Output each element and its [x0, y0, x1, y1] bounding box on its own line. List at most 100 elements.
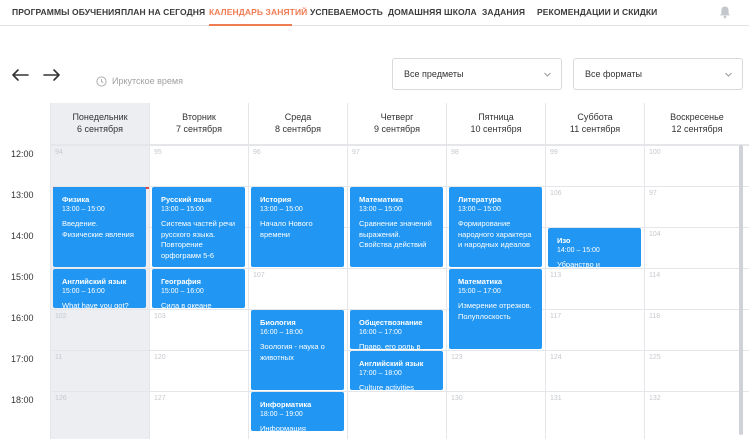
day-date: 7 сентября — [176, 124, 222, 134]
nav-item-recommendations[interactable]: РЕКОМЕНДАЦИИ И СКИДКИ — [537, 7, 657, 17]
cell-number: 131 — [550, 395, 562, 402]
nav-item-tasks[interactable]: ЗАДАНИЯ — [482, 7, 525, 17]
lesson-description: Culture activities — [359, 383, 415, 390]
cell-number: 127 — [154, 395, 166, 402]
active-tab-indicator — [209, 24, 292, 26]
lesson-event[interactable]: Литература 13:00 – 15:00 Формирование наро… — [449, 187, 542, 267]
cell-number: 113 — [550, 272, 562, 279]
nav-item-programs[interactable]: ПРОГРАММЫ ОБУЧЕНИЯ — [12, 7, 121, 17]
cell-number: 118 — [649, 313, 661, 320]
lesson-event[interactable]: Английский язык 15:00 – 16:00 What have yo… — [53, 269, 146, 308]
cell-number: 11 — [55, 354, 63, 361]
lesson-description: Начало Нового времени — [260, 219, 313, 239]
lesson-event[interactable]: Физика 13:00 – 15:00 Введение. Физические … — [53, 187, 146, 267]
day-name: Понедельник — [72, 112, 128, 122]
formats-select[interactable]: Все форматы — [573, 58, 743, 90]
lesson-title: Изо — [557, 236, 571, 245]
day-date: 10 сентября — [470, 124, 522, 134]
day-name: Среда — [284, 112, 312, 122]
nav-item-calendar[interactable]: КАЛЕНДАРЬ ЗАНЯТИЙ — [209, 7, 307, 17]
day-date: 6 сентября — [77, 124, 123, 134]
timezone-label: Иркутское время — [112, 76, 183, 86]
day-name: Пятница — [478, 112, 514, 122]
day-date: 8 сентября — [275, 124, 321, 134]
lesson-title: Информатика — [260, 400, 312, 409]
bell-icon[interactable] — [719, 5, 731, 19]
lesson-event[interactable]: Английский язык 17:00 – 18:00 Culture acti… — [350, 351, 443, 390]
cell-number: 125 — [649, 354, 661, 361]
lesson-description: Формирование народного характера и народ… — [458, 219, 532, 249]
cell-number: 124 — [550, 354, 562, 361]
cell-number: 114 — [649, 272, 661, 279]
cell-number: 107 — [253, 272, 265, 279]
hour-gridline — [50, 391, 749, 392]
lesson-description: Сравнение значений выражений. Свойства д… — [359, 219, 432, 249]
lesson-title: Обществознание — [359, 318, 423, 327]
cell-number: 100 — [649, 149, 661, 156]
cell-number: 132 — [649, 395, 661, 402]
lesson-time: 18:00 – 19:00 — [260, 411, 303, 418]
lesson-event[interactable]: География 15:00 – 16:00 Сила в океане — [152, 269, 245, 308]
cell-number: 106 — [550, 190, 562, 197]
day-date: 9 сентября — [374, 124, 420, 134]
lesson-time: 13:00 – 15:00 — [62, 206, 105, 213]
lesson-description: Система частей речи русского языка. Повт… — [161, 219, 236, 260]
top-navigation: ПРОГРАММЫ ОБУЧЕНИЯ ПЛАН НА СЕГОДНЯ КАЛЕН… — [0, 0, 749, 26]
week-calendar: Понедельник 6 сентября Вторник 7 сентябр… — [0, 103, 749, 439]
timezone-indicator: Иркутское время — [96, 74, 183, 88]
cell-number: 123 — [451, 354, 463, 361]
chevron-down-icon — [544, 72, 551, 77]
lesson-event[interactable]: История 13:00 – 15:00 Начало Нового времен… — [251, 187, 344, 267]
cell-number: 97 — [649, 190, 657, 197]
cell-number: 126 — [55, 395, 67, 402]
lesson-event[interactable]: Информатика 18:00 – 19:00 Информация — [251, 392, 344, 431]
lesson-description: Убранство и — [557, 260, 600, 267]
chevron-down-icon — [725, 72, 732, 77]
lesson-description: Сила в океане — [161, 301, 212, 308]
subjects-select[interactable]: Все предметы — [392, 58, 562, 90]
lesson-time: 13:00 – 15:00 — [260, 206, 303, 213]
lesson-event[interactable]: Биология 16:00 – 18:00 Зоология - наука о … — [251, 310, 344, 390]
day-header-wednesday: Среда 8 сентября — [248, 103, 347, 145]
time-label: 17:00 — [11, 354, 34, 364]
lesson-time: 15:00 – 16:00 — [62, 288, 105, 295]
lesson-time: 13:00 – 15:00 — [161, 206, 204, 213]
lesson-title: Математика — [458, 277, 503, 286]
lesson-title: География — [161, 277, 202, 286]
lesson-title: Английский язык — [359, 359, 424, 368]
lesson-title: Математика — [359, 195, 404, 204]
lesson-event[interactable]: Математика 15:00 – 17:00 Измерение отрезко… — [449, 269, 542, 349]
lesson-event[interactable]: Русский язык 13:00 – 15:00 Система частей … — [152, 187, 245, 267]
day-header-monday: Понедельник 6 сентября — [50, 103, 149, 145]
time-label: 12:00 — [11, 149, 34, 159]
cell-number: 99 — [550, 149, 558, 156]
lesson-time: 16:00 – 17:00 — [359, 329, 402, 336]
lesson-event[interactable]: Математика 13:00 – 15:00 Сравнение значени… — [350, 187, 443, 267]
arrow-left-icon[interactable] — [9, 66, 31, 84]
lesson-description: Информация — [260, 424, 306, 431]
lesson-time: 15:00 – 17:00 — [458, 288, 501, 295]
arrow-right-icon[interactable] — [41, 66, 63, 84]
cell-number: 98 — [451, 149, 459, 156]
cell-number: 104 — [649, 231, 661, 238]
time-label: 15:00 — [11, 272, 34, 282]
nav-item-today-plan[interactable]: ПЛАН НА СЕГОДНЯ — [121, 7, 205, 17]
cell-number: 103 — [154, 313, 166, 320]
day-header-saturday: Суббота 11 сентября — [545, 103, 644, 145]
day-header-thursday: Четверг 9 сентября — [347, 103, 446, 145]
lesson-event[interactable]: Обществознание 16:00 – 17:00 Право, его ро… — [350, 310, 443, 349]
lesson-event[interactable]: Изо 14:00 – 15:00 Убранство и — [548, 228, 641, 267]
nav-item-progress[interactable]: УСПЕВАЕМОСТЬ — [310, 7, 383, 17]
day-header-friday: Пятница 10 сентября — [446, 103, 545, 145]
lesson-title: История — [260, 195, 292, 204]
lesson-title: Литература — [458, 195, 502, 204]
day-name: Воскресенье — [670, 112, 724, 122]
calendar-scrollbar[interactable] — [739, 145, 743, 435]
lesson-description: Право, его роль в — [359, 342, 421, 349]
nav-item-home-school[interactable]: ДОМАШНЯЯ ШКОЛА — [388, 7, 477, 17]
time-label: 14:00 — [11, 231, 34, 241]
cell-number: 130 — [451, 395, 463, 402]
lesson-title: Биология — [260, 318, 296, 327]
lesson-title: Русский язык — [161, 195, 212, 204]
lesson-description: Зоология - наука о животных — [260, 342, 325, 362]
